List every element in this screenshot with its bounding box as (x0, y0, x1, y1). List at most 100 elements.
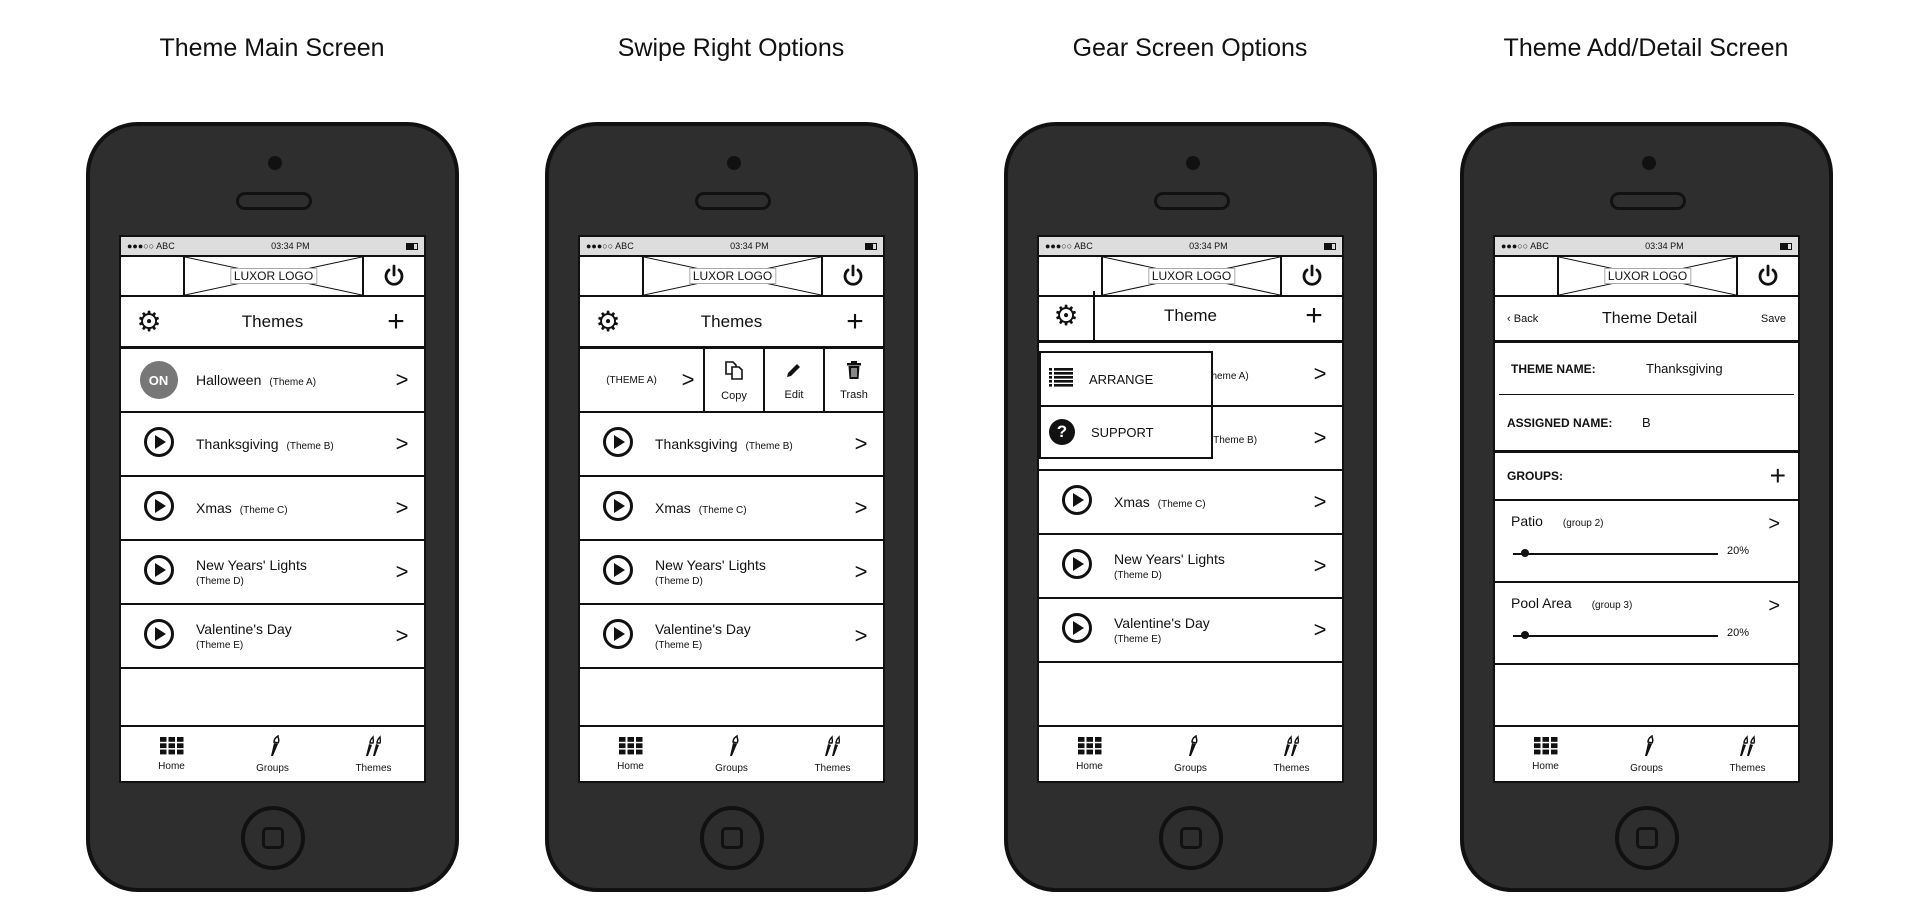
chevron-right-icon[interactable]: > (1768, 513, 1780, 536)
play-icon[interactable] (602, 554, 634, 591)
brightness-slider[interactable] (1513, 549, 1718, 557)
theme-row[interactable]: New Years' Lights (Theme D) > (580, 541, 883, 605)
play-icon[interactable] (1061, 484, 1093, 521)
add-theme-icon[interactable]: + (827, 305, 883, 339)
play-icon[interactable] (602, 618, 634, 655)
theme-icon-cell (121, 426, 196, 463)
chevron-right-icon[interactable]: > (673, 367, 703, 393)
theme-row[interactable]: ON Halloween (Theme A) > (121, 349, 424, 413)
chevron-right-icon[interactable]: > (380, 431, 424, 457)
add-theme-icon[interactable]: + (368, 305, 424, 339)
tab-themes[interactable]: Themes (782, 727, 883, 781)
theme-row[interactable]: New Years' Lights (Theme D) > (121, 541, 424, 605)
tab-groups[interactable]: Groups (1140, 727, 1241, 781)
chevron-right-icon[interactable]: > (380, 367, 424, 393)
theme-name-field[interactable]: THEME NAME: Thanksgiving (1499, 343, 1794, 395)
chevron-right-icon[interactable]: > (839, 559, 883, 585)
home-button[interactable] (700, 806, 764, 870)
theme-name-value[interactable]: Thanksgiving (1646, 361, 1723, 376)
gear-dropdown-menu: ARRANGE? SUPPORT (1039, 351, 1213, 459)
group-item[interactable]: Patio (group 2) >20% (1495, 501, 1798, 583)
trash-action-button[interactable]: Trash (823, 349, 883, 411)
home-button[interactable] (241, 806, 305, 870)
chevron-right-icon[interactable]: > (1768, 595, 1780, 618)
brightness-slider[interactable] (1513, 631, 1718, 639)
play-icon[interactable] (1061, 548, 1093, 585)
chevron-right-icon[interactable]: > (839, 495, 883, 521)
theme-on-toggle[interactable]: ON (139, 361, 178, 399)
tab-groups[interactable]: Groups (222, 727, 323, 781)
edit-action-button[interactable]: Edit (763, 349, 823, 411)
play-icon[interactable] (143, 554, 175, 591)
chevron-right-icon[interactable]: > (839, 431, 883, 457)
back-button[interactable]: ‹ Back (1507, 313, 1538, 325)
play-icon[interactable] (602, 490, 634, 527)
tab-themes[interactable]: Themes (323, 727, 424, 781)
copy-action-button[interactable]: Copy (703, 349, 763, 411)
theme-name: New Years' Lights (1114, 551, 1225, 567)
chevron-right-icon[interactable]: > (839, 623, 883, 649)
play-icon[interactable] (1061, 612, 1093, 649)
theme-row[interactable]: Xmas (Theme C) > (1039, 471, 1342, 535)
tab-groups[interactable]: Groups (681, 727, 782, 781)
chevron-right-icon[interactable]: > (1298, 489, 1342, 515)
tab-groups[interactable]: Groups (1596, 727, 1697, 781)
theme-name-block: New Years' Lights (Theme D) (196, 557, 380, 587)
tab-themes[interactable]: Themes (1697, 727, 1798, 781)
tab-home[interactable]: Home (580, 727, 681, 781)
tab-home[interactable]: Home (1039, 727, 1140, 781)
theme-row[interactable]: Valentine's Day (Theme E) > (121, 605, 424, 669)
chevron-right-icon[interactable]: > (1298, 425, 1342, 451)
phone-camera (727, 156, 741, 170)
gear-icon[interactable]: ⚙ (121, 305, 177, 338)
tab-home[interactable]: Home (121, 727, 222, 781)
theme-row-swiped[interactable]: (THEME A) > Copy Edit Trash (580, 349, 883, 413)
theme-tag: (Theme C) (698, 505, 747, 516)
add-group-icon[interactable]: + (1770, 460, 1786, 492)
play-icon[interactable] (602, 426, 634, 463)
gear-icon[interactable]: ⚙ (1039, 291, 1095, 340)
slider-handle[interactable] (1521, 549, 1529, 557)
copy-icon (723, 359, 745, 384)
theme-row[interactable]: Xmas (Theme C) > (580, 477, 883, 541)
header-empty-cell (121, 257, 185, 295)
theme-row[interactable]: Thanksgiving (Theme B) > (121, 413, 424, 477)
theme-row[interactable]: Xmas (Theme C) > (121, 477, 424, 541)
play-icon[interactable] (143, 618, 175, 655)
tab-label: Themes (814, 762, 851, 774)
play-icon[interactable] (143, 490, 175, 527)
chevron-right-icon[interactable]: > (380, 559, 424, 585)
chevron-right-icon[interactable]: > (1298, 617, 1342, 643)
add-theme-icon[interactable]: + (1286, 299, 1342, 333)
tab-home[interactable]: Home (1495, 727, 1596, 781)
group-item[interactable]: Pool Area (group 3) >20% (1495, 583, 1798, 665)
chevron-right-icon[interactable]: > (380, 495, 424, 521)
chevron-right-icon[interactable]: > (1298, 553, 1342, 579)
groups-label: GROUPS: (1507, 469, 1564, 483)
save-button[interactable]: Save (1761, 313, 1786, 325)
theme-row[interactable]: Valentine's Day (Theme E) > (1039, 599, 1342, 663)
chevron-right-icon[interactable]: > (1298, 361, 1342, 387)
theme-name: Valentine's Day (1114, 615, 1210, 631)
home-button[interactable] (1159, 806, 1223, 870)
chevron-right-icon[interactable]: > (380, 623, 424, 649)
torch-icon (1637, 733, 1657, 760)
theme-row[interactable]: New Years' Lights (Theme D) > (1039, 535, 1342, 599)
home-button[interactable] (1615, 806, 1679, 870)
menu-item-arrange[interactable]: ARRANGE (1041, 353, 1211, 405)
power-icon[interactable] (1282, 257, 1342, 295)
assigned-name-field[interactable]: ASSIGNED NAME: B (1495, 395, 1798, 453)
play-icon[interactable] (143, 426, 175, 463)
theme-row[interactable]: Thanksgiving (Theme B) > (580, 413, 883, 477)
detail-header: ‹ Back Theme Detail Save (1495, 297, 1798, 343)
gear-icon[interactable]: ⚙ (580, 305, 636, 338)
power-icon[interactable] (823, 257, 883, 295)
theme-row[interactable]: Valentine's Day (Theme E) > (580, 605, 883, 669)
power-icon[interactable] (1738, 257, 1798, 295)
slider-handle[interactable] (1521, 631, 1529, 639)
assigned-name-value[interactable]: B (1642, 415, 1651, 430)
theme-icon-cell: ON (121, 361, 196, 399)
tab-themes[interactable]: Themes (1241, 727, 1342, 781)
menu-item-support[interactable]: ? SUPPORT (1041, 405, 1211, 457)
power-icon[interactable] (364, 257, 424, 295)
